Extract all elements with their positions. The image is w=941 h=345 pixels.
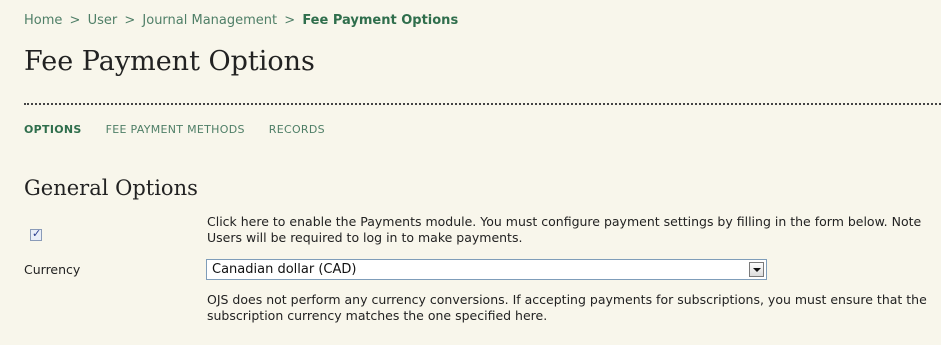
tab-bar: Options Fee Payment Methods Records <box>24 123 325 136</box>
breadcrumb-separator: > <box>124 13 136 28</box>
tab-options[interactable]: Options <box>24 123 82 136</box>
chevron-down-icon <box>753 268 761 272</box>
breadcrumb-current[interactable]: Fee Payment Options <box>302 13 458 28</box>
tab-records[interactable]: Records <box>269 123 325 136</box>
dropdown-button[interactable] <box>749 262 764 277</box>
breadcrumb-separator: > <box>284 13 296 28</box>
breadcrumb-journal-management[interactable]: Journal Management <box>142 13 277 28</box>
enable-payments-checkbox[interactable]: ✓ <box>30 227 42 241</box>
section-title-general-options: General Options <box>24 176 198 200</box>
breadcrumb-user[interactable]: User <box>88 13 118 28</box>
currency-label: Currency <box>24 262 81 277</box>
currency-selected-value: Canadian dollar (CAD) <box>212 262 357 277</box>
breadcrumb: Home > User > Journal Management > Fee P… <box>24 13 458 28</box>
tab-fee-payment-methods[interactable]: Fee Payment Methods <box>106 123 245 136</box>
breadcrumb-separator: > <box>69 13 81 28</box>
currency-select[interactable]: Canadian dollar (CAD) <box>206 259 767 280</box>
breadcrumb-home[interactable]: Home <box>24 13 62 28</box>
divider <box>24 103 941 105</box>
enable-payments-label: Click here to enable the Payments module… <box>207 214 922 245</box>
currency-note: OJS does not perform any currency conver… <box>207 292 927 323</box>
checkmark-icon: ✓ <box>32 227 42 240</box>
page-title: Fee Payment Options <box>24 46 315 77</box>
page: Home > User > Journal Management > Fee P… <box>0 0 941 345</box>
